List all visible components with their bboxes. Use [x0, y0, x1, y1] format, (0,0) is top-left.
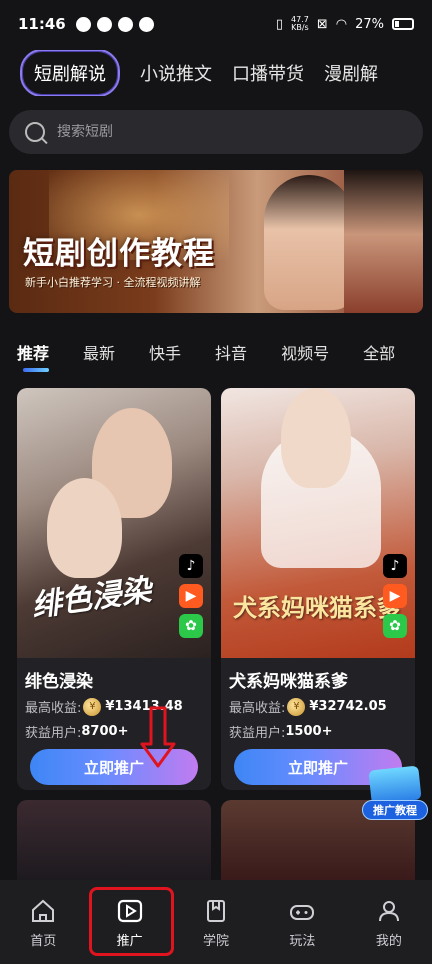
drama-card[interactable]: 犬系妈咪猫系爹 ♪ ▶ ✿ 犬系妈咪猫系爹 最高收益: ¥ ¥32742.05 …	[221, 388, 415, 790]
nav-home-label: 首页	[30, 934, 57, 949]
tutorial-banner[interactable]: 短剧创作教程 新手小白推荐学习 · 全流程视频讲解	[9, 170, 423, 313]
wechat-icon: ✿	[179, 614, 203, 638]
douyin-icon: ♪	[179, 554, 203, 578]
max-earnings: 最高收益: ¥ ¥32742.05	[229, 697, 387, 716]
status-bar: 11:46 ▯ 47.7 KB/s ⊠ ◠ 27%	[0, 0, 432, 48]
promo-tutorial-badge[interactable]: 推广教程	[362, 765, 428, 824]
search-bar[interactable]	[9, 110, 423, 154]
user-icon	[378, 901, 399, 922]
bottom-nav: 首页 推广 学院 玩法 我的	[0, 880, 432, 964]
beneficiary-users: 获益用户: 8700+	[25, 722, 128, 741]
search-icon	[25, 122, 45, 142]
tab-recommended[interactable]: 推荐	[17, 340, 50, 372]
earnings-label: 最高收益:	[229, 701, 286, 716]
nav-academy-label: 学院	[203, 934, 230, 949]
net-speed-unit: KB/s	[291, 23, 309, 32]
nav-gameplay-label: 玩法	[289, 934, 316, 949]
banner-actor	[344, 170, 423, 313]
notification-icon	[75, 16, 91, 32]
coin-icon: ¥	[83, 697, 102, 716]
battery-icon	[392, 18, 414, 30]
drama-card[interactable]: 绯色浸染 ♪ ▶ ✿ 绯色浸染 最高收益: ¥ ¥13413.48 获益用户: …	[17, 388, 211, 790]
tab-all[interactable]: 全部	[363, 340, 395, 364]
users-label: 获益用户:	[229, 726, 286, 741]
nav-home[interactable]: 首页	[0, 880, 86, 964]
drama-title: 犬系妈咪猫系爹	[229, 672, 348, 692]
poster-title: 绯色浸染	[29, 572, 154, 625]
clock: 11:46	[18, 15, 66, 33]
drama-card[interactable]	[17, 800, 211, 880]
search-input[interactable]	[57, 124, 357, 140]
beneficiary-users: 获益用户: 1500+	[229, 722, 332, 741]
users-value: 1500+	[285, 724, 333, 739]
banner-title: 短剧创作教程	[23, 236, 215, 272]
platform-icons: ♪ ▶ ✿	[179, 554, 203, 638]
home-icon	[32, 899, 55, 922]
nav-profile[interactable]: 我的	[346, 880, 432, 964]
platform-tabs: 推荐 最新 快手 抖音 视频号 全部	[17, 340, 395, 372]
earnings-value: ¥32742.05	[309, 699, 387, 714]
notification-icon	[117, 16, 133, 32]
tab-kuaishou[interactable]: 快手	[149, 340, 181, 364]
users-value: 8700+	[81, 724, 129, 739]
book-icon	[368, 765, 422, 805]
drama-poster[interactable]: 绯色浸染 ♪ ▶ ✿	[17, 388, 211, 658]
banner-actress	[264, 175, 354, 310]
coin-icon: ¥	[287, 697, 306, 716]
notification-icon	[138, 16, 154, 32]
book-icon	[207, 900, 226, 922]
users-label: 获益用户:	[25, 726, 82, 741]
battery-percent: 27%	[355, 16, 384, 32]
nav-academy[interactable]: 学院	[173, 880, 259, 964]
tab-douyin[interactable]: 抖音	[215, 340, 247, 364]
nav-profile-label: 我的	[375, 934, 402, 949]
banner-subtitle: 新手小白推荐学习 · 全流程视频讲解	[25, 276, 201, 289]
tab-novel-promo[interactable]: 小说推文	[140, 60, 212, 86]
tab-live-selling[interactable]: 口播带货	[232, 60, 304, 86]
poster-actress	[47, 478, 122, 578]
douyin-icon: ♪	[383, 554, 407, 578]
nav-gameplay[interactable]: 玩法	[259, 880, 345, 964]
promo-tutorial-label: 推广教程	[362, 800, 428, 820]
notification-icons	[75, 16, 154, 32]
poster-title: 犬系妈咪猫系爹	[233, 593, 401, 622]
tab-comic-drama[interactable]: 漫剧解	[324, 60, 378, 86]
platform-icons: ♪ ▶ ✿	[383, 554, 407, 638]
notification-icon	[96, 16, 112, 32]
drama-poster[interactable]: 犬系妈咪猫系爹 ♪ ▶ ✿	[221, 388, 415, 658]
kuaishou-icon: ▶	[383, 584, 407, 608]
annotation-arrow-icon	[140, 706, 176, 768]
sim-icon: ⊠	[316, 16, 328, 32]
annotation-highlight-box	[89, 887, 174, 956]
category-tabs: 短剧解说 小说推文 口播带货 漫剧解	[20, 50, 432, 96]
tab-video-channel[interactable]: 视频号	[281, 340, 329, 364]
vibrate-icon: ▯	[275, 16, 284, 32]
kuaishou-icon: ▶	[179, 584, 203, 608]
poster-actor	[281, 388, 351, 488]
tab-short-drama-commentary[interactable]: 短剧解说	[20, 50, 120, 96]
wechat-icon: ✿	[383, 614, 407, 638]
earnings-label: 最高收益:	[25, 701, 82, 716]
drama-title: 绯色浸染	[25, 672, 93, 692]
gamepad-icon	[290, 905, 315, 920]
wifi-icon: ◠	[335, 16, 348, 32]
net-speed: 47.7 KB/s	[291, 16, 309, 32]
tab-latest[interactable]: 最新	[83, 340, 115, 364]
